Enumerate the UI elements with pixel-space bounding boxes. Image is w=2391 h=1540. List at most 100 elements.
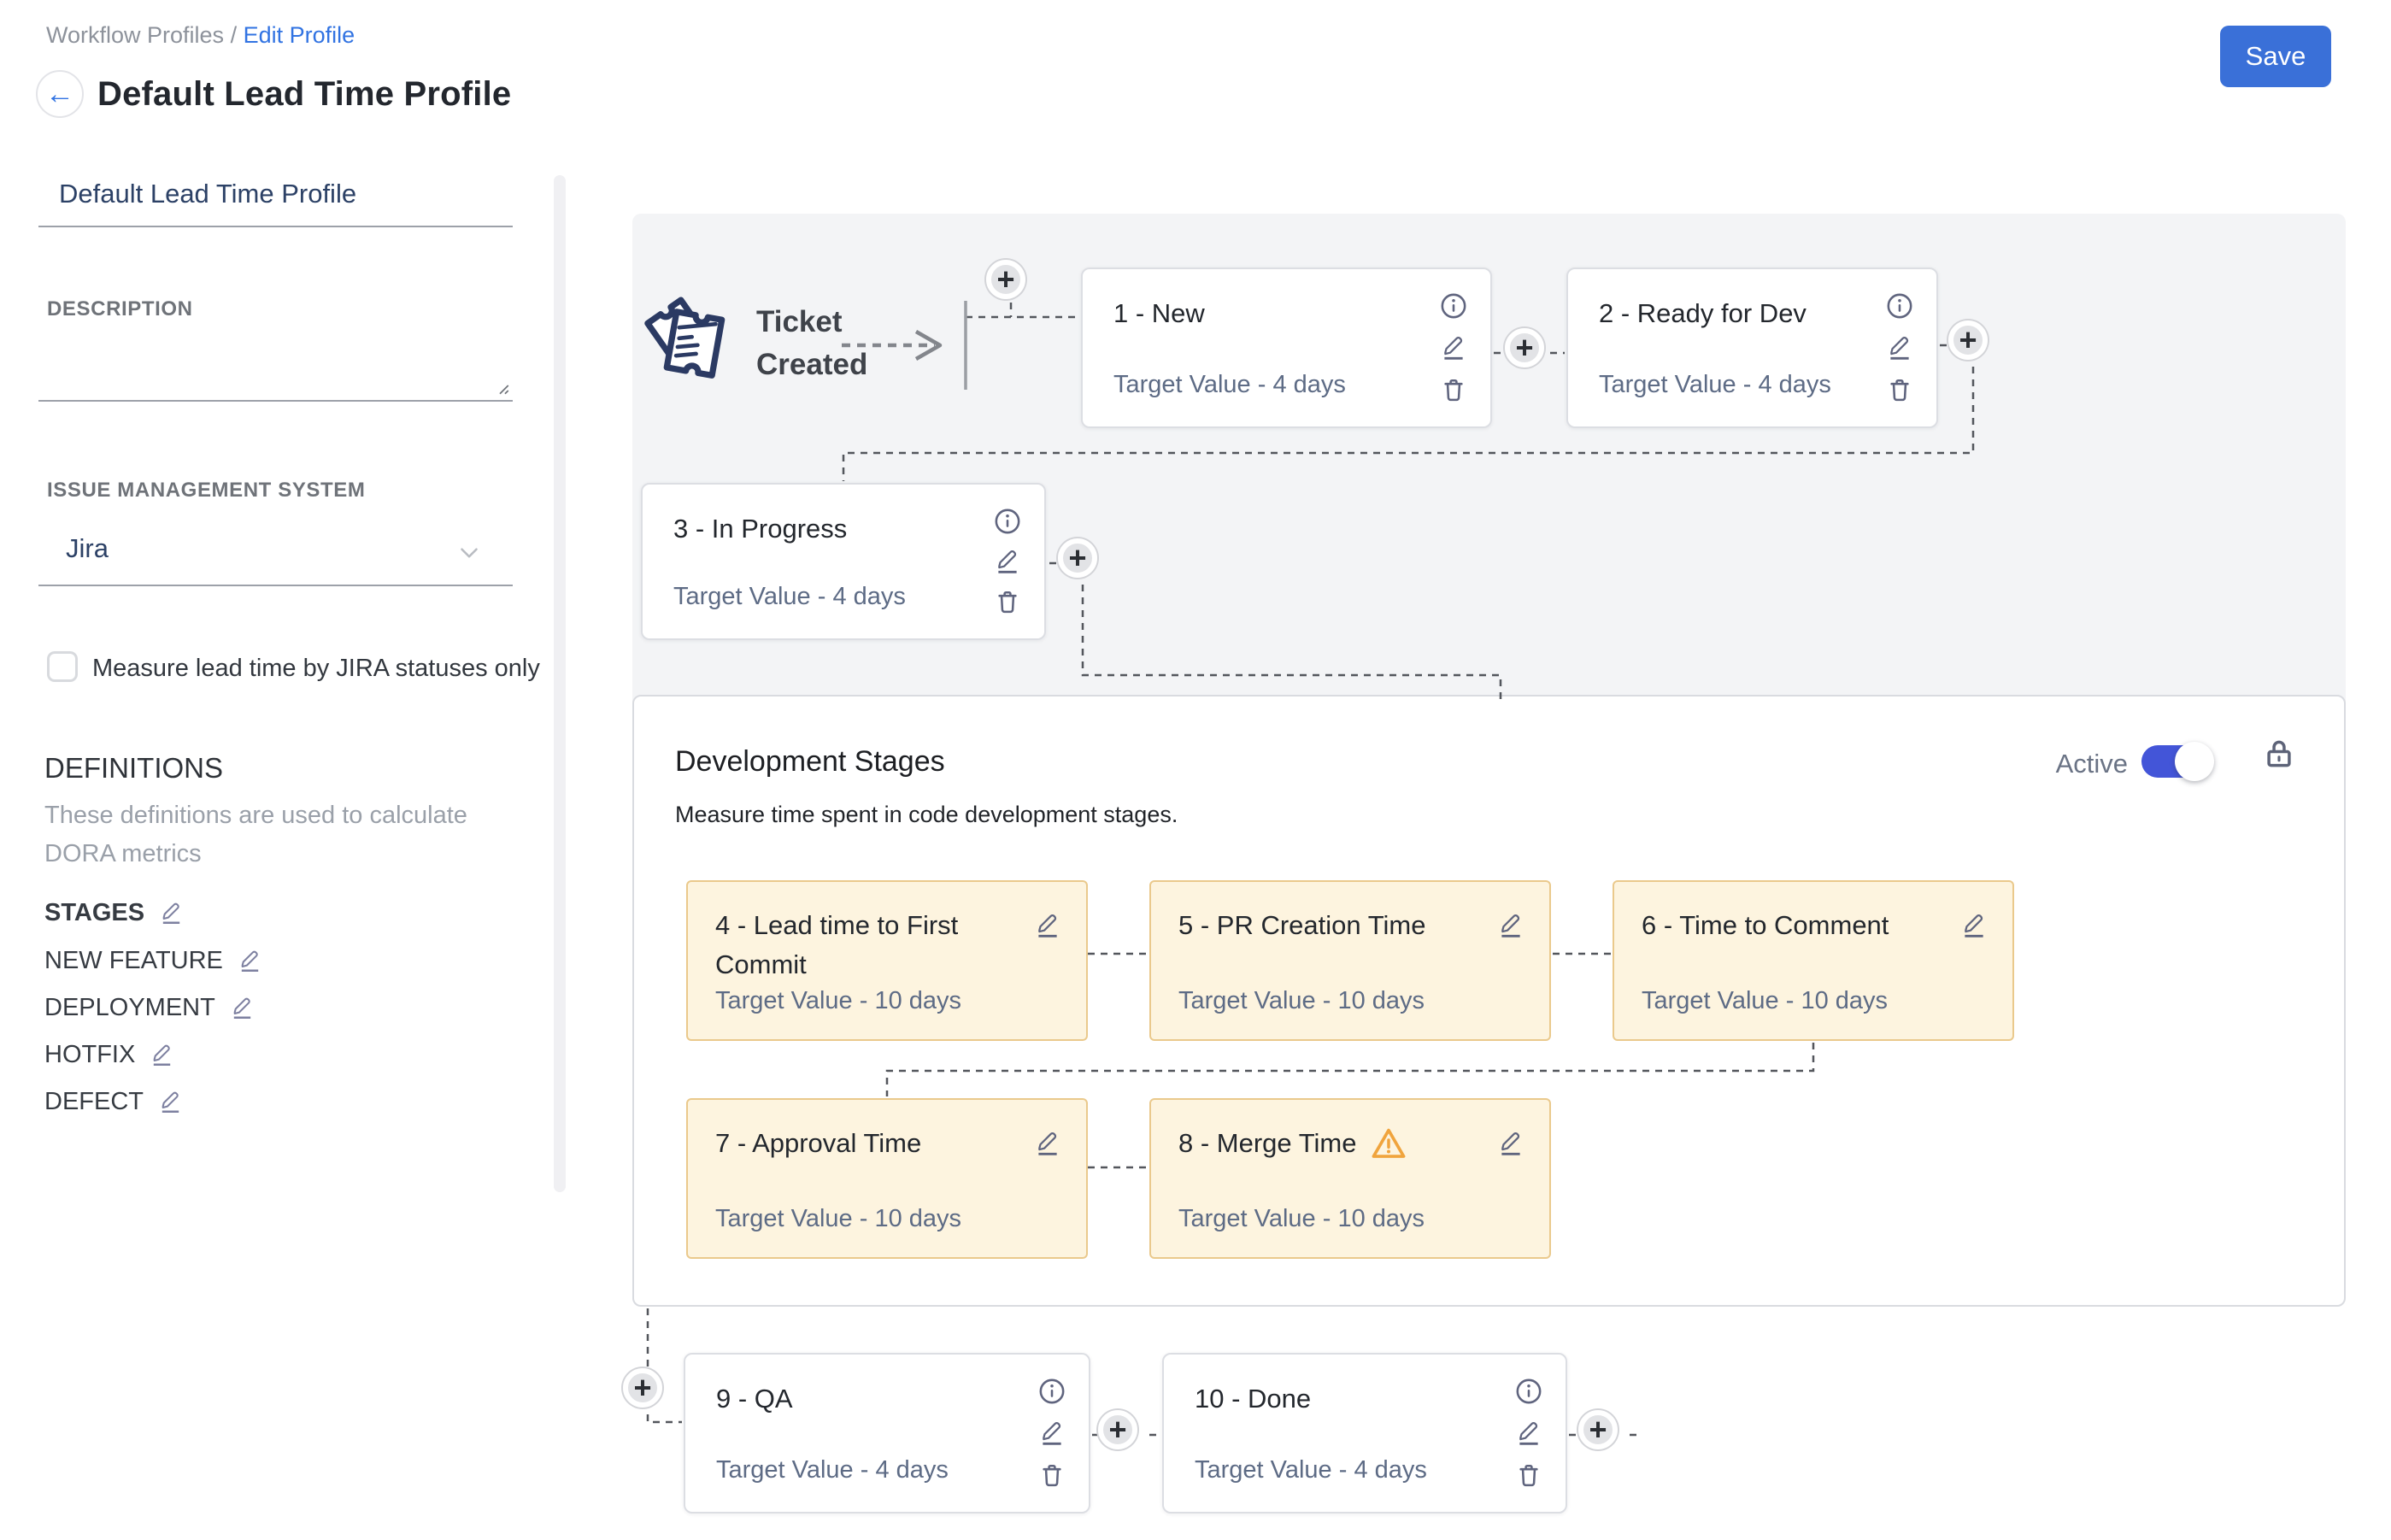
dev-stage-title: 5 - PR Creation Time (1178, 906, 1425, 945)
dev-stage-card-pr-creation-time[interactable]: 5 - PR Creation Time Target Value - 10 d… (1149, 880, 1551, 1041)
active-toggle[interactable] (2141, 745, 2212, 778)
breadcrumb-root[interactable]: Workflow Profiles (46, 22, 224, 48)
save-button[interactable]: Save (2220, 26, 2331, 87)
stage-card-done: 10 - Done Target Value - 4 days (1162, 1353, 1567, 1514)
issue-management-select[interactable]: Jira (38, 523, 513, 586)
stage-card-ready-for-dev: 2 - Ready for Dev Target Value - 4 days (1566, 267, 1938, 428)
dev-stage-card-approval-time[interactable]: 7 - Approval Time Target Value - 10 days (686, 1098, 1088, 1259)
dev-stage-card-merge-time[interactable]: 8 - Merge Time Target Value - 10 days (1149, 1098, 1551, 1259)
definition-item-new-feature: NEW FEATURE (44, 947, 263, 975)
edit-icon[interactable] (229, 995, 256, 1021)
info-icon[interactable] (1514, 1377, 1543, 1406)
stage-card-new: 1 - New Target Value - 4 days (1081, 267, 1492, 428)
ticket-icon (639, 291, 745, 393)
issue-management-value: Jira (66, 533, 109, 564)
plus-icon: + (996, 264, 1014, 295)
definition-item-defect: DEFECT (44, 1088, 184, 1116)
edit-icon[interactable] (1033, 1129, 1062, 1158)
add-stage-button[interactable]: + (1058, 538, 1097, 578)
edit-icon[interactable] (1959, 911, 1989, 940)
textarea-resize-icon[interactable] (489, 374, 511, 397)
edit-icon[interactable] (158, 900, 185, 926)
delete-icon[interactable] (993, 587, 1022, 616)
dev-stage-card-time-to-comment[interactable]: 6 - Time to Comment Target Value - 10 da… (1613, 880, 2014, 1041)
plus-icon: + (1959, 325, 1977, 356)
info-icon[interactable] (1037, 1377, 1066, 1406)
toggle-knob (2175, 742, 2214, 781)
edit-icon[interactable] (237, 948, 263, 974)
plus-icon: + (633, 1372, 651, 1403)
stage-card-title: 9 - QA (716, 1384, 793, 1414)
workflow-start-label: Ticket Created (756, 301, 953, 386)
info-icon[interactable] (1885, 291, 1914, 320)
active-toggle-label: Active (2042, 749, 2128, 779)
definition-item-deployment: DEPLOYMENT (44, 994, 256, 1022)
add-stage-button[interactable]: + (1098, 1410, 1137, 1449)
jira-statuses-checkbox[interactable] (47, 651, 78, 682)
definitions-description: These definitions are used to calculate … (44, 796, 510, 873)
delete-icon[interactable] (1885, 375, 1914, 404)
dev-stage-target: Target Value - 10 days (715, 987, 961, 1015)
stage-card-title: 1 - New (1113, 298, 1205, 329)
definition-item-label: DEFECT (44, 1088, 144, 1116)
stage-card-target: Target Value - 4 days (716, 1456, 949, 1484)
info-icon[interactable] (993, 507, 1022, 536)
dev-panel-subtitle: Measure time spent in code development s… (675, 802, 1178, 828)
issue-management-label: ISSUE MANAGEMENT SYSTEM (47, 479, 366, 503)
dev-stage-title: 8 - Merge Time (1178, 1124, 1356, 1163)
edit-icon[interactable] (149, 1042, 175, 1068)
breadcrumb-separator: / (224, 22, 244, 48)
add-stage-button[interactable]: + (1948, 320, 1988, 360)
definition-item-label: NEW FEATURE (44, 947, 223, 975)
jira-statuses-checkbox-label: Measure lead time by JIRA statuses only (92, 655, 540, 683)
dev-stage-target: Target Value - 10 days (1178, 987, 1425, 1015)
chevron-down-icon (455, 538, 484, 567)
sidebar-scrollbar[interactable] (554, 175, 566, 1192)
plus-icon: + (1068, 543, 1086, 573)
warning-icon[interactable] (1370, 1125, 1407, 1162)
edit-icon[interactable] (993, 547, 1022, 576)
stage-card-target: Target Value - 4 days (1599, 371, 1831, 399)
page-title: Default Lead Time Profile (97, 75, 511, 114)
edit-icon[interactable] (1037, 1419, 1066, 1448)
add-stage-button[interactable]: + (986, 260, 1025, 299)
edit-icon[interactable] (1439, 333, 1468, 362)
edit-icon[interactable] (1885, 333, 1914, 362)
lock-icon[interactable] (2261, 733, 2297, 774)
stage-card-title: 3 - In Progress (673, 514, 847, 544)
plus-icon: + (1589, 1414, 1607, 1445)
info-icon[interactable] (1439, 291, 1468, 320)
add-stage-button[interactable]: + (623, 1368, 662, 1408)
definition-item-hotfix: HOTFIX (44, 1041, 175, 1069)
back-button[interactable]: ← (36, 70, 84, 118)
stage-card-in-progress: 3 - In Progress Target Value - 4 days (641, 483, 1046, 640)
definitions-title: DEFINITIONS (44, 752, 223, 785)
delete-icon[interactable] (1439, 375, 1468, 404)
stage-card-target: Target Value - 4 days (673, 583, 906, 611)
dev-panel-title: Development Stages (675, 745, 945, 779)
stage-card-title: 2 - Ready for Dev (1599, 298, 1806, 329)
edit-icon[interactable] (1496, 911, 1525, 940)
definition-item-label: DEPLOYMENT (44, 994, 215, 1022)
add-stage-button[interactable]: + (1505, 328, 1544, 367)
stages-label: STAGES (44, 899, 144, 927)
stages-row: STAGES (44, 899, 185, 927)
description-label: DESCRIPTION (47, 297, 193, 321)
edit-icon[interactable] (157, 1089, 184, 1115)
breadcrumb-current[interactable]: Edit Profile (244, 22, 355, 48)
profile-name-input[interactable] (38, 171, 513, 227)
description-textarea[interactable] (38, 335, 513, 402)
edit-icon[interactable] (1496, 1129, 1525, 1158)
add-stage-button[interactable]: + (1578, 1410, 1618, 1449)
dev-stage-title: 4 - Lead time to First Commit (715, 906, 997, 985)
stage-card-target: Target Value - 4 days (1113, 371, 1346, 399)
delete-icon[interactable] (1514, 1461, 1543, 1490)
dev-stage-target: Target Value - 10 days (1178, 1205, 1425, 1233)
edit-icon[interactable] (1514, 1419, 1543, 1448)
dev-stage-card-lead-time-first-commit[interactable]: 4 - Lead time to First Commit Target Val… (686, 880, 1088, 1041)
dev-stage-target: Target Value - 10 days (715, 1205, 961, 1233)
edit-icon[interactable] (1033, 911, 1062, 940)
stage-card-qa: 9 - QA Target Value - 4 days (684, 1353, 1090, 1514)
delete-icon[interactable] (1037, 1461, 1066, 1490)
plus-icon: + (1108, 1414, 1126, 1445)
